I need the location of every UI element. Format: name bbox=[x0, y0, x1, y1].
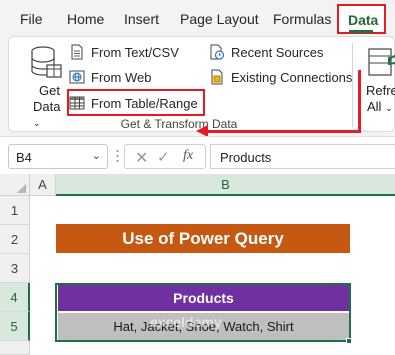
get-data-label: Get bbox=[39, 83, 60, 98]
from-text-csv-button[interactable]: From Text/CSV bbox=[69, 41, 179, 63]
recent-sources-label: Recent Sources bbox=[231, 44, 324, 60]
row-header-4[interactable]: 4 bbox=[0, 283, 30, 312]
name-box[interactable]: B4 ⌄ bbox=[8, 144, 108, 169]
products-value-cell[interactable]: Hat, Jacket, Shoe, Watch, Shirt bbox=[58, 313, 349, 340]
fill-handle[interactable] bbox=[346, 338, 352, 344]
enter-check-icon[interactable]: ✓ bbox=[157, 148, 170, 166]
annotation-arrow-line bbox=[206, 130, 361, 133]
group-label-get-transform: Get & Transform Data bbox=[120, 117, 238, 131]
recent-sources-icon bbox=[209, 44, 225, 60]
refresh-all-label: All ⌄ bbox=[367, 99, 393, 114]
formula-bar: B4 ⌄ ✕ ✓ fx Products bbox=[0, 136, 395, 174]
title-cell[interactable]: Use of Power Query bbox=[56, 224, 350, 253]
active-tab-underline bbox=[349, 30, 373, 33]
from-web-label: From Web bbox=[91, 69, 152, 85]
existing-connections-label: Existing Connections bbox=[231, 69, 353, 85]
formula-input[interactable]: Products bbox=[210, 144, 395, 169]
web-globe-icon bbox=[69, 69, 85, 85]
tab-page-layout[interactable]: Page Layout bbox=[180, 11, 259, 27]
tab-home[interactable]: Home bbox=[67, 11, 104, 27]
row-header-2[interactable]: 2 bbox=[0, 225, 30, 254]
from-table-range-highlight bbox=[67, 89, 205, 116]
ribbon: Get Data ⌄ From Text/CSV From Web From T… bbox=[0, 36, 395, 137]
chevron-down-icon: ⌄ bbox=[385, 103, 393, 113]
column-header-b[interactable]: B bbox=[56, 174, 395, 196]
get-data-button[interactable]: Get Data ⌄ bbox=[25, 41, 65, 128]
existing-connections-icon bbox=[209, 69, 225, 85]
row-header-6[interactable] bbox=[0, 341, 30, 355]
recent-sources-button[interactable]: Recent Sources bbox=[209, 41, 324, 63]
ribbon-panel: Get Data ⌄ From Text/CSV From Web From T… bbox=[8, 36, 395, 132]
refresh-icon bbox=[368, 48, 395, 76]
products-header-cell[interactable]: Products bbox=[58, 285, 349, 312]
tab-formulas[interactable]: Formulas bbox=[273, 11, 331, 27]
document-icon bbox=[69, 44, 85, 60]
annotation-arrow-line bbox=[358, 70, 361, 132]
worksheet-grid: A B 1 2 3 4 5 Use of Power Query Product… bbox=[0, 174, 395, 355]
database-icon bbox=[31, 46, 62, 78]
column-header-a[interactable]: A bbox=[30, 174, 56, 196]
drag-handle-icon[interactable] bbox=[116, 149, 119, 163]
row-header-5[interactable]: 5 bbox=[0, 312, 30, 341]
column-header-row: A B bbox=[0, 174, 395, 196]
ribbon-tabs: File Home Insert Page Layout Formulas Da… bbox=[0, 0, 395, 36]
select-all-button[interactable] bbox=[0, 174, 30, 196]
name-box-value: B4 bbox=[16, 150, 32, 165]
insert-function-icon[interactable]: fx bbox=[183, 148, 193, 164]
existing-connections-button[interactable]: Existing Connections bbox=[209, 66, 352, 88]
from-web-button[interactable]: From Web bbox=[69, 66, 151, 88]
select-all-triangle-icon bbox=[17, 184, 26, 193]
cancel-icon[interactable]: ✕ bbox=[135, 148, 148, 168]
row-header-3[interactable]: 3 bbox=[0, 254, 30, 283]
ribbon-group-separator bbox=[352, 43, 353, 127]
tab-file[interactable]: File bbox=[20, 11, 43, 27]
tab-insert[interactable]: Insert bbox=[124, 11, 159, 27]
chevron-down-icon[interactable]: ⌄ bbox=[92, 149, 101, 162]
tab-data-highlight[interactable]: Data bbox=[337, 4, 386, 34]
formula-input-value: Products bbox=[220, 150, 272, 165]
formula-bar-buttons: ✕ ✓ fx bbox=[124, 144, 206, 169]
tab-data[interactable]: Data bbox=[348, 12, 378, 28]
refresh-all-button[interactable]: Refresh All ⌄ bbox=[359, 41, 395, 114]
from-text-csv-label: From Text/CSV bbox=[91, 44, 179, 60]
row-header-1[interactable]: 1 bbox=[0, 196, 30, 225]
refresh-label: Refresh bbox=[366, 83, 395, 98]
